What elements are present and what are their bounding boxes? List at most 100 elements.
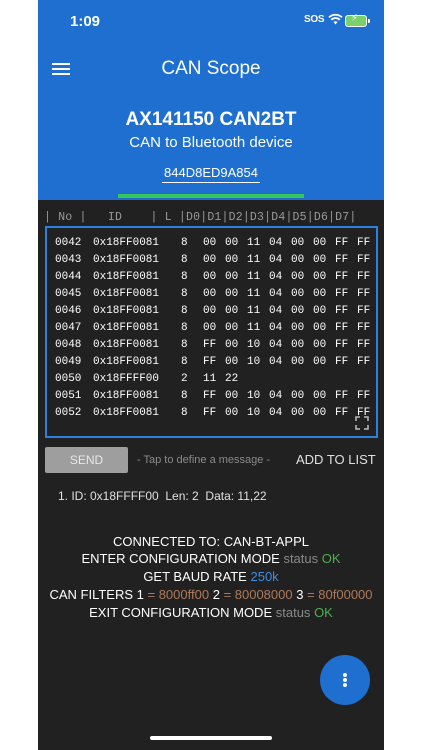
log-filter3-num: 3 <box>296 587 304 602</box>
log-filters: CAN FILTERS 1 = 8000ff00 2 = 80008000 3 … <box>38 587 384 602</box>
log-filter2-val: = 80008000 <box>223 587 293 602</box>
row-data-byte: FF <box>357 288 371 300</box>
row-length: 8 <box>181 271 188 283</box>
row-number: 0043 <box>55 254 82 266</box>
row-id: 0x18FF0081 <box>93 254 160 266</box>
row-data-byte: FF <box>203 390 217 402</box>
row-number: 0045 <box>55 288 82 300</box>
row-length: 8 <box>181 237 188 249</box>
log-status-ok: OK <box>321 551 341 566</box>
row-data-byte: FF <box>335 407 349 419</box>
sos-indicator: SOS <box>304 14 325 25</box>
row-data-byte: FF <box>357 390 371 402</box>
row-data-byte: 04 <box>269 288 283 300</box>
row-data-byte: 04 <box>269 237 283 249</box>
row-id: 0x18FF0081 <box>93 322 160 334</box>
row-data-byte: 00 <box>225 254 239 266</box>
send-button[interactable]: SEND <box>45 447 128 473</box>
log-enter-config: ENTER CONFIGURATION MODE status OK <box>38 551 384 566</box>
row-data-byte: FF <box>357 254 371 266</box>
row-data-byte: FF <box>357 237 371 249</box>
row-data-byte: 11 <box>247 305 261 317</box>
row-id: 0x18FF0081 <box>93 339 160 351</box>
log-filter3-val: = 80f00000 <box>307 587 373 602</box>
expand-icon[interactable] <box>355 416 369 430</box>
row-number: 0049 <box>55 356 82 368</box>
row-data-byte: 00 <box>313 271 327 283</box>
row-data-byte: 10 <box>247 390 261 402</box>
row-id: 0x18FF0081 <box>93 356 160 368</box>
row-data-byte: 00 <box>291 390 305 402</box>
row-length: 8 <box>181 322 188 334</box>
row-data-byte: 00 <box>313 305 327 317</box>
row-data-byte: FF <box>335 356 349 368</box>
row-data-byte: FF <box>357 339 371 351</box>
add-to-list-button[interactable]: ADD TO LIST <box>296 452 376 467</box>
row-data-byte: 00 <box>203 237 217 249</box>
row-data-byte: FF <box>357 305 371 317</box>
log-filter2-num: 2 <box>212 587 220 602</box>
row-data-byte: FF <box>335 322 349 334</box>
queued-message[interactable]: 1. ID: 0x18FFFF00 Len: 2 Data: 11,22 <box>58 489 267 503</box>
row-data-byte: FF <box>335 288 349 300</box>
row-data-byte: 00 <box>313 356 327 368</box>
app-header: 1:09 SOS ⚡ CAN Scope AX141150 CAN2BT CAN… <box>38 0 384 200</box>
more-vertical-icon[interactable] <box>320 655 370 705</box>
log-filter1-num: 1 <box>136 587 144 602</box>
home-indicator <box>150 736 272 740</box>
message-table[interactable]: 0042 0x18FF0081 8 00 00 11 04 00 00 FF FF 0043 0x18F… <box>45 226 378 438</box>
log-baud: GET BAUD RATE 250k <box>38 569 384 584</box>
app-title: CAN Scope <box>161 58 261 79</box>
row-data-byte: 04 <box>269 271 283 283</box>
row-length: 8 <box>181 407 188 419</box>
row-data-byte: 22 <box>225 373 239 385</box>
define-message-hint[interactable]: - Tap to define a message - <box>137 454 270 466</box>
status-bar: 1:09 SOS ⚡ <box>38 0 384 44</box>
row-data-byte: 00 <box>203 254 217 266</box>
row-data-byte: 00 <box>225 339 239 351</box>
row-data-byte: 11 <box>247 322 261 334</box>
device-subtitle: CAN to Bluetooth device <box>129 134 293 151</box>
row-data-byte: 00 <box>313 390 327 402</box>
log-exit-status-ok: OK <box>314 605 333 620</box>
row-data-byte: 04 <box>269 356 283 368</box>
log-filters-label: CAN FILTERS <box>49 587 134 602</box>
row-number: 0044 <box>55 271 82 283</box>
row-data-byte: FF <box>357 322 371 334</box>
row-data-byte: 11 <box>247 288 261 300</box>
log-baud-value: 250k <box>250 569 279 584</box>
row-data-byte: 00 <box>203 305 217 317</box>
row-data-byte: 00 <box>225 237 239 249</box>
row-data-byte: 00 <box>313 237 327 249</box>
row-data-byte: FF <box>203 407 217 419</box>
log-exit-config: EXIT CONFIGURATION MODE status OK <box>38 605 384 620</box>
row-data-byte: FF <box>335 390 349 402</box>
row-number: 0052 <box>55 407 82 419</box>
row-data-byte: FF <box>335 237 349 249</box>
row-data-byte: 00 <box>203 288 217 300</box>
row-id: 0x18FFFF00 <box>93 373 160 385</box>
row-length: 8 <box>181 356 188 368</box>
row-data-byte: 11 <box>247 271 261 283</box>
row-data-byte: 04 <box>269 407 283 419</box>
row-data-byte: 00 <box>225 305 239 317</box>
row-number: 0047 <box>55 322 82 334</box>
row-data-byte: FF <box>335 305 349 317</box>
log-enter-config-text: ENTER CONFIGURATION MODE <box>81 551 280 566</box>
row-id: 0x18FF0081 <box>93 305 160 317</box>
row-data-byte: 00 <box>291 322 305 334</box>
log-exit-config-text: EXIT CONFIGURATION MODE <box>89 605 273 620</box>
row-data-byte: 00 <box>313 322 327 334</box>
row-id: 0x18FF0081 <box>93 237 160 249</box>
status-time: 1:09 <box>70 13 101 30</box>
row-data-byte: FF <box>203 356 217 368</box>
row-length: 8 <box>181 390 188 402</box>
row-data-byte: 04 <box>269 339 283 351</box>
row-data-byte: 00 <box>313 339 327 351</box>
device-name: AX141150 CAN2BT <box>125 109 297 130</box>
row-data-byte: 00 <box>291 407 305 419</box>
row-data-byte: 00 <box>225 271 239 283</box>
device-mac-tab[interactable]: 844D8ED9A854 <box>162 165 260 183</box>
row-data-byte: 10 <box>247 356 261 368</box>
row-number: 0050 <box>55 373 82 385</box>
